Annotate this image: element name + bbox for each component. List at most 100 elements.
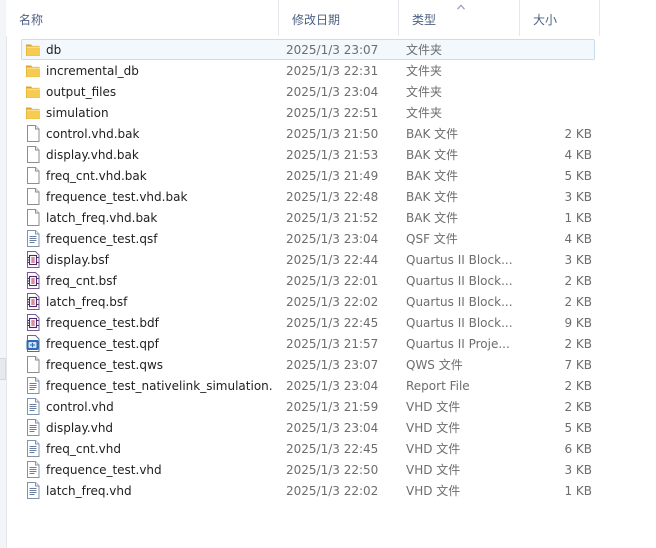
file-type: VHD 文件 [406,484,461,498]
file-row[interactable]: frequence_test.vhd.bak 2025/1/3 22:48 BAK … [21,186,595,207]
file-type: BAK 文件 [406,169,459,183]
file-row[interactable]: latch_freq.bsf 2025/1/3 22:02 Quartus II B… [21,291,595,312]
file-modified-date: 2025/1/3 22:45 [286,442,379,456]
file-modified-date: 2025/1/3 23:04 [286,85,379,99]
file-row[interactable]: freq_cnt.bsf 2025/1/3 22:01 Quartus II Blo… [21,270,595,291]
folder-icon [25,62,41,79]
file-row[interactable]: frequence_test.bdf 2025/1/3 22:45 Quartus … [21,312,595,333]
file-size: 7 KB [564,358,592,372]
column-header-name-label: 名称 [19,13,44,27]
file-name: latch_freq.bsf [46,295,128,309]
file-row[interactable]: freq_cnt.vhd 2025/1/3 22:45 VHD 文件 6 KB [21,438,595,459]
file-row[interactable]: control.vhd.bak 2025/1/3 21:50 BAK 文件 2 KB [21,123,595,144]
file-modified-date: 2025/1/3 23:04 [286,232,379,246]
file-size: 1 KB [564,484,592,498]
file-size [506,103,592,122]
blank-file-icon [25,146,41,163]
file-modified-date: 2025/1/3 23:04 [286,379,379,393]
file-name: control.vhd [46,400,114,414]
column-header-modified-label: 修改日期 [292,13,341,27]
quartus-block-icon [25,314,41,331]
file-row[interactable]: simulation 2025/1/3 22:51 文件夹 [21,102,595,123]
file-name: latch_freq.vhd [46,484,132,498]
text-file-icon [25,230,41,247]
column-header-size[interactable]: 大小 [520,0,600,36]
file-name: frequence_test.qws [46,358,164,372]
file-row[interactable]: incremental_db 2025/1/3 22:31 文件夹 [21,60,595,81]
file-row[interactable]: latch_freq.vhd 2025/1/3 22:02 VHD 文件 1 KB [21,480,595,501]
file-size: 5 KB [564,421,592,435]
file-type: VHD 文件 [406,463,461,477]
file-type: BAK 文件 [406,211,459,225]
file-modified-date: 2025/1/3 21:49 [286,169,379,183]
file-size: 2 KB [564,295,592,309]
file-type: 文件夹 [406,85,443,99]
file-type: Report File [406,379,470,393]
file-row[interactable]: latch_freq.vhd.bak 2025/1/3 21:52 BAK 文件 1 … [21,207,595,228]
file-row[interactable]: control.vhd 2025/1/3 21:59 VHD 文件 2 KB [21,396,595,417]
file-modified-date: 2025/1/3 22:48 [286,190,379,204]
column-header-name[interactable]: 名称 [6,0,279,36]
text-file-icon [25,482,41,499]
folder-icon [25,41,41,58]
file-name: frequence_test.vhd [46,463,162,477]
file-modified-date: 2025/1/3 21:50 [286,127,379,141]
file-modified-date: 2025/1/3 21:59 [286,400,379,414]
file-row[interactable]: frequence_test.qsf 2025/1/3 23:04 QSF 文件 4 … [21,228,595,249]
file-name: freq_cnt.vhd [46,442,121,456]
file-modified-date: 2025/1/3 22:31 [286,64,379,78]
column-header-modified[interactable]: 修改日期 [279,0,399,36]
file-name: display.vhd [46,421,114,435]
file-type: BAK 文件 [406,190,459,204]
file-modified-date: 2025/1/3 21:57 [286,337,379,351]
folder-icon [25,83,41,100]
file-modified-date: 2025/1/3 21:52 [286,211,379,225]
file-name: freq_cnt.vhd.bak [46,169,147,183]
text-file-icon [25,377,41,394]
file-size: 3 KB [564,463,592,477]
file-size: 4 KB [564,232,592,246]
file-type: Quartus II Block... [406,295,513,309]
file-row[interactable]: frequence_test.vhd 2025/1/3 22:50 VHD 文件 3 … [21,459,595,480]
file-size [506,82,592,101]
file-name: frequence_test.vhd.bak [46,190,188,204]
file-modified-date: 2025/1/3 22:45 [286,316,379,330]
file-name: simulation [46,106,109,120]
file-modified-date: 2025/1/3 22:44 [286,253,379,267]
blank-file-icon [25,167,41,184]
text-file-icon [25,461,41,478]
file-row[interactable]: frequence_test.qws 2025/1/3 23:07 QWS 文件 7 … [21,354,595,375]
quartus-block-icon [25,293,41,310]
file-row[interactable]: output_files 2025/1/3 23:04 文件夹 [21,81,595,102]
file-row[interactable]: db 2025/1/3 23:07 文件夹 [21,39,595,60]
pane-splitter-handle[interactable] [0,358,6,380]
blank-file-icon [25,356,41,373]
file-row[interactable]: display.bsf 2025/1/3 22:44 Quartus II Bloc… [21,249,595,270]
file-row[interactable]: display.vhd.bak 2025/1/3 21:53 BAK 文件 4 KB [21,144,595,165]
file-size: 9 KB [564,316,592,330]
file-type: VHD 文件 [406,442,461,456]
file-type: VHD 文件 [406,421,461,435]
file-type: 文件夹 [406,64,443,78]
file-modified-date: 2025/1/3 22:50 [286,463,379,477]
file-name: display.bsf [46,253,109,267]
file-row[interactable]: frequence_test_nativelink_simulation.r..… [21,375,595,396]
file-name: output_files [46,85,117,99]
file-row[interactable]: freq_cnt.vhd.bak 2025/1/3 21:49 BAK 文件 5 KB [21,165,595,186]
file-row[interactable]: display.vhd 2025/1/3 23:04 VHD 文件 5 KB [21,417,595,438]
file-size: 2 KB [564,379,592,393]
blank-file-icon [25,188,41,205]
file-modified-date: 2025/1/3 22:01 [286,274,379,288]
navigation-pane-edge [0,0,7,548]
file-size [506,40,592,59]
file-row[interactable]: frequence_test.qpf 2025/1/3 21:57 Quartus … [21,333,595,354]
file-modified-date: 2025/1/3 22:02 [286,484,379,498]
file-modified-date: 2025/1/3 23:04 [286,421,379,435]
file-modified-date: 2025/1/3 22:02 [286,295,379,309]
file-name: latch_freq.vhd.bak [46,211,158,225]
file-size [506,61,592,80]
file-type: Quartus II Block... [406,316,513,330]
file-name: incremental_db [46,64,139,78]
file-type: QWS 文件 [406,358,463,372]
file-name: display.vhd.bak [46,148,139,162]
